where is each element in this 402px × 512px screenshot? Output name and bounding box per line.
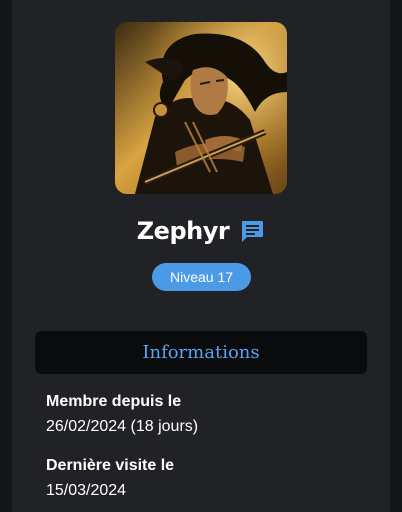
level-badge: Niveau 17 — [152, 263, 251, 291]
last-visit-value: 15/03/2024 — [46, 482, 127, 499]
last-visit-label: Dernière visite le — [46, 457, 175, 474]
informations-header: Informations — [35, 331, 367, 374]
avatar — [115, 22, 287, 194]
member-since-label: Membre depuis le — [46, 393, 182, 410]
username-row: Zephyr — [12, 213, 390, 249]
username: Zephyr — [136, 217, 230, 245]
profile-panel: Zephyr Niveau 17 Informations Membre dep… — [12, 0, 390, 512]
member-since-block: Membre depuis le 26/02/2024 (18 jours) — [46, 390, 376, 439]
last-visit-block: Dernière visite le 15/03/2024 — [46, 454, 376, 503]
chat-message-icon[interactable] — [239, 218, 265, 244]
member-since-value: 26/02/2024 (18 jours) — [46, 418, 199, 435]
